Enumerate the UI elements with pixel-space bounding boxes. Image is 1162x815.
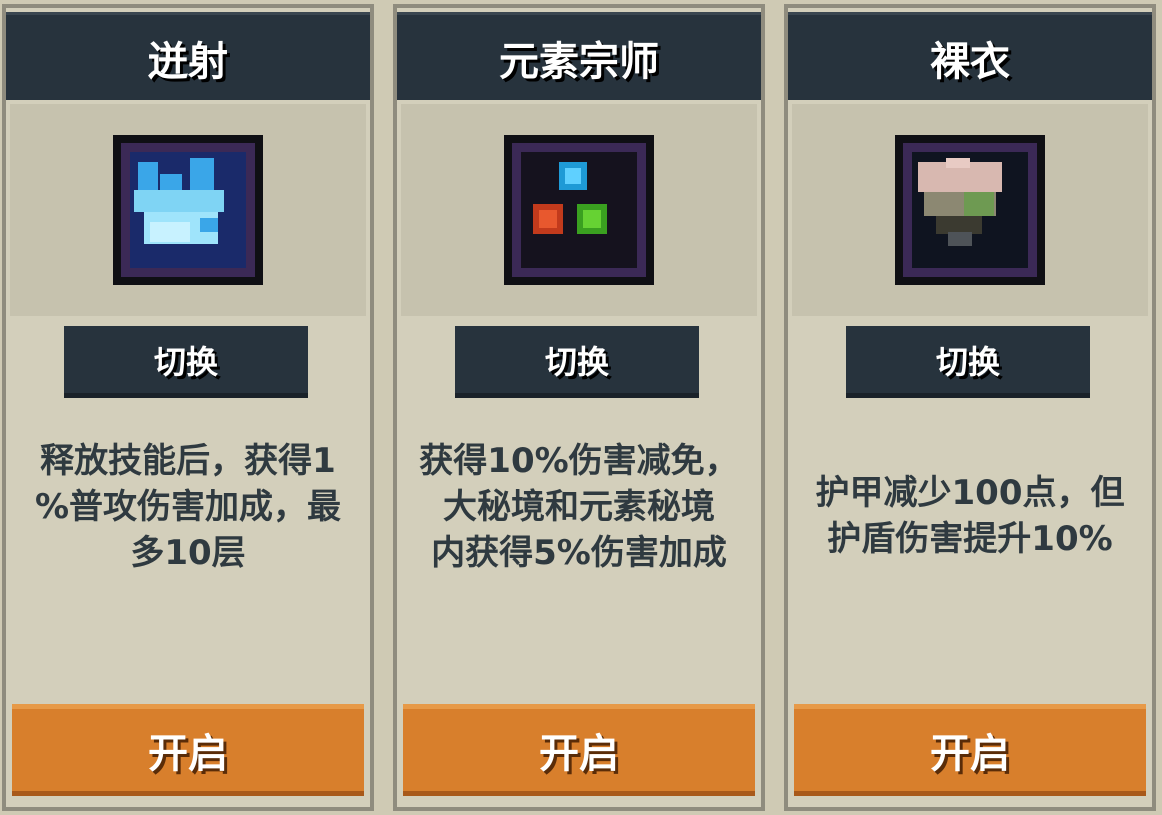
talent-card-body: 迸射 切换 释放技能后，获得1 %普攻伤害加成，最 多10层 开启	[6, 8, 370, 807]
enable-button[interactable]: 开启	[403, 704, 755, 796]
talent-description: 获得10%伤害减免， 大秘境和元素秘境 内获得5%伤害加成	[419, 441, 739, 573]
bare-torso-icon	[895, 135, 1045, 285]
enable-button[interactable]: 开启	[794, 704, 1146, 796]
switch-button[interactable]: 切换	[64, 326, 308, 398]
talent-card-1: 迸射 切换 释放技能后，获得1 %普攻伤害加成，最 多10层 开启	[2, 4, 374, 811]
switch-button[interactable]: 切换	[455, 326, 699, 398]
icon-panel	[792, 104, 1148, 316]
switch-button[interactable]: 切换	[846, 326, 1090, 398]
talent-card-2: 元素宗师 切换 获得10%伤害减免， 大秘境和元素秘境 内获得5%伤害加成 开启	[393, 4, 765, 811]
icon-panel	[401, 104, 757, 316]
talent-title: 迸射	[6, 12, 370, 100]
talent-card-3: 裸衣 切换 护甲减少100点，但 护盾伤害提升10% 开启	[784, 4, 1156, 811]
ice-burst-icon	[113, 135, 263, 285]
element-orbs-icon	[504, 135, 654, 285]
talent-card-body: 裸衣 切换 护甲减少100点，但 护盾伤害提升10% 开启	[788, 8, 1152, 807]
talent-title: 裸衣	[788, 12, 1152, 100]
talent-description: 释放技能后，获得1 %普攻伤害加成，最 多10层	[34, 441, 342, 573]
enable-button[interactable]: 开启	[12, 704, 364, 796]
icon-panel	[10, 104, 366, 316]
talent-description: 护甲减少100点，但 护盾伤害提升10%	[815, 473, 1125, 559]
talent-selection-screen: 迸射 切换 释放技能后，获得1 %普攻伤害加成，最 多10层 开启 元素宗师 切…	[0, 0, 1162, 815]
talent-title: 元素宗师	[397, 12, 761, 100]
talent-card-body: 元素宗师 切换 获得10%伤害减免， 大秘境和元素秘境 内获得5%伤害加成 开启	[397, 8, 761, 807]
